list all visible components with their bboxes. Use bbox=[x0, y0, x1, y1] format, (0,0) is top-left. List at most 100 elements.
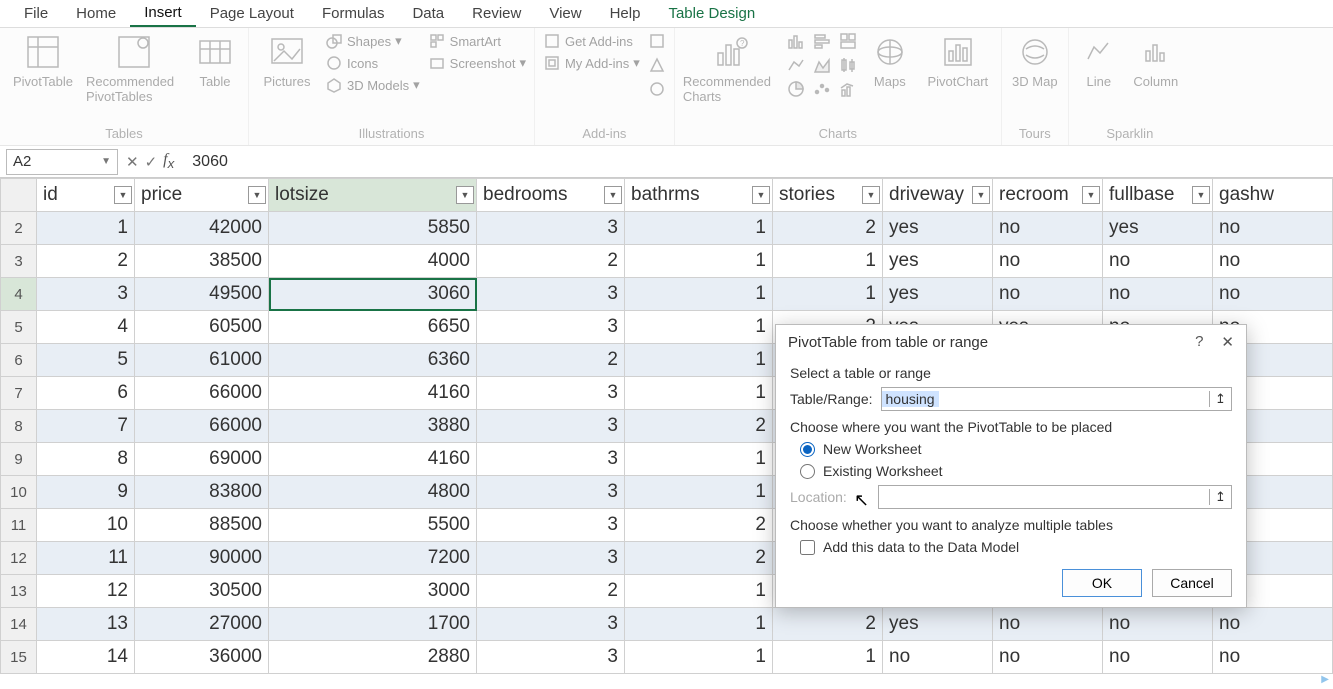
cell[interactable]: 90000 bbox=[135, 542, 269, 575]
cell[interactable]: 4160 bbox=[269, 377, 477, 410]
cell[interactable]: no bbox=[993, 278, 1103, 311]
btn-pivottable[interactable]: PivotTable bbox=[8, 32, 78, 89]
cell[interactable]: 3 bbox=[477, 476, 625, 509]
cell[interactable]: 6650 bbox=[269, 311, 477, 344]
cell[interactable]: 27000 bbox=[135, 608, 269, 641]
cell[interactable]: no bbox=[1213, 212, 1333, 245]
tab-table-design[interactable]: Table Design bbox=[654, 1, 769, 26]
tab-insert[interactable]: Insert bbox=[130, 0, 196, 27]
row-header[interactable]: 15 bbox=[1, 641, 37, 674]
row-header[interactable]: 13 bbox=[1, 575, 37, 608]
cell[interactable]: 14 bbox=[37, 641, 135, 674]
chart-column-icon[interactable] bbox=[787, 32, 805, 50]
row-header[interactable]: 12 bbox=[1, 542, 37, 575]
cell[interactable]: 3 bbox=[477, 278, 625, 311]
filter-icon[interactable]: ▼ bbox=[972, 186, 990, 204]
radio-new-worksheet-input[interactable] bbox=[800, 442, 815, 457]
row-header[interactable]: 6 bbox=[1, 344, 37, 377]
cell[interactable]: 13 bbox=[37, 608, 135, 641]
cell[interactable]: yes bbox=[883, 212, 993, 245]
cell[interactable]: 1 bbox=[625, 278, 773, 311]
radio-existing-worksheet[interactable]: Existing Worksheet bbox=[800, 463, 1232, 479]
cell[interactable]: 4160 bbox=[269, 443, 477, 476]
cell[interactable]: 2880 bbox=[269, 641, 477, 674]
cell[interactable]: 2 bbox=[477, 575, 625, 608]
addin-slot-2-icon[interactable] bbox=[648, 56, 666, 74]
cell[interactable]: no bbox=[993, 608, 1103, 641]
cell[interactable]: 3 bbox=[477, 608, 625, 641]
formula-input[interactable]: 3060 bbox=[182, 153, 1333, 171]
row-header[interactable]: 9 bbox=[1, 443, 37, 476]
cell[interactable]: 2 bbox=[625, 509, 773, 542]
btn-get-addins[interactable]: Get Add-ins bbox=[543, 32, 640, 50]
btn-sparkline-column[interactable]: Column bbox=[1129, 32, 1183, 89]
filter-icon[interactable]: ▼ bbox=[114, 186, 132, 204]
cell[interactable]: 2 bbox=[37, 245, 135, 278]
filter-icon[interactable]: ▼ bbox=[248, 186, 266, 204]
cell[interactable]: yes bbox=[1103, 212, 1213, 245]
ok-button[interactable]: OK bbox=[1062, 569, 1142, 597]
row-header[interactable]: 11 bbox=[1, 509, 37, 542]
cell[interactable]: 1 bbox=[625, 575, 773, 608]
cell[interactable]: yes bbox=[883, 608, 993, 641]
field-location[interactable]: ↥ bbox=[878, 485, 1232, 509]
row-header[interactable]: 8 bbox=[1, 410, 37, 443]
cell[interactable]: 4000 bbox=[269, 245, 477, 278]
cell[interactable]: 1700 bbox=[269, 608, 477, 641]
cell[interactable]: 66000 bbox=[135, 377, 269, 410]
btn-my-addins[interactable]: My Add-ins ▾ bbox=[543, 54, 640, 72]
btn-pivotchart[interactable]: PivotChart bbox=[923, 32, 993, 89]
cell[interactable]: no bbox=[993, 245, 1103, 278]
btn-3d-map[interactable]: 3D Map bbox=[1010, 32, 1060, 89]
addin-slot-3-icon[interactable] bbox=[648, 80, 666, 98]
cell[interactable]: 2 bbox=[477, 245, 625, 278]
select-all-corner[interactable] bbox=[1, 179, 37, 212]
table-row[interactable]: 1413270001700312yesnonono bbox=[1, 608, 1333, 641]
cell[interactable]: 2 bbox=[773, 608, 883, 641]
help-icon[interactable]: ? bbox=[1195, 333, 1203, 351]
cell[interactable]: 30500 bbox=[135, 575, 269, 608]
cell[interactable]: 5500 bbox=[269, 509, 477, 542]
table-row[interactable]: 43495003060311yesnonono bbox=[1, 278, 1333, 311]
btn-shapes[interactable]: Shapes ▾ bbox=[325, 32, 420, 50]
cell[interactable]: 3 bbox=[477, 542, 625, 575]
row-header[interactable]: 3 bbox=[1, 245, 37, 278]
cell[interactable]: 7200 bbox=[269, 542, 477, 575]
filter-icon[interactable]: ▼ bbox=[752, 186, 770, 204]
fx-icon[interactable]: fx bbox=[163, 151, 174, 171]
radio-existing-worksheet-input[interactable] bbox=[800, 464, 815, 479]
cell[interactable]: 60500 bbox=[135, 311, 269, 344]
tab-data[interactable]: Data bbox=[398, 1, 458, 26]
cell[interactable]: 2 bbox=[477, 344, 625, 377]
name-box[interactable]: A2 ▼ bbox=[6, 149, 118, 175]
cell[interactable]: 88500 bbox=[135, 509, 269, 542]
btn-recommended-charts[interactable]: ?Recommended Charts bbox=[683, 32, 779, 104]
accept-formula-icon[interactable]: ✓ bbox=[145, 153, 158, 171]
row-header[interactable]: 10 bbox=[1, 476, 37, 509]
cell[interactable]: 2 bbox=[625, 410, 773, 443]
range-picker-icon[interactable]: ↥ bbox=[1209, 391, 1231, 407]
btn-pictures[interactable]: Pictures bbox=[257, 32, 317, 89]
tab-view[interactable]: View bbox=[535, 1, 595, 26]
btn-screenshot[interactable]: Screenshot ▾ bbox=[428, 54, 526, 72]
cell[interactable]: no bbox=[1103, 278, 1213, 311]
btn-smartart[interactable]: SmartArt bbox=[428, 32, 526, 50]
chevron-down-icon[interactable]: ▼ bbox=[101, 156, 111, 167]
cell[interactable]: 4800 bbox=[269, 476, 477, 509]
cell[interactable]: 5850 bbox=[269, 212, 477, 245]
row-header[interactable]: 14 bbox=[1, 608, 37, 641]
cell[interactable]: 12 bbox=[37, 575, 135, 608]
cell[interactable]: 3880 bbox=[269, 410, 477, 443]
cell[interactable]: 3 bbox=[477, 311, 625, 344]
btn-icons[interactable]: Icons bbox=[325, 54, 420, 72]
btn-sparkline-line[interactable]: Line bbox=[1077, 32, 1121, 89]
close-icon[interactable]: ✕ bbox=[1221, 333, 1234, 351]
cell[interactable]: 3 bbox=[477, 212, 625, 245]
cell[interactable]: 3 bbox=[37, 278, 135, 311]
cell[interactable]: 3 bbox=[477, 641, 625, 674]
filter-icon[interactable]: ▼ bbox=[1192, 186, 1210, 204]
filter-icon[interactable]: ▼ bbox=[862, 186, 880, 204]
btn-3d-models[interactable]: 3D Models ▾ bbox=[325, 76, 420, 94]
cell[interactable]: 1 bbox=[625, 212, 773, 245]
cancel-formula-icon[interactable]: ✕ bbox=[126, 153, 139, 171]
